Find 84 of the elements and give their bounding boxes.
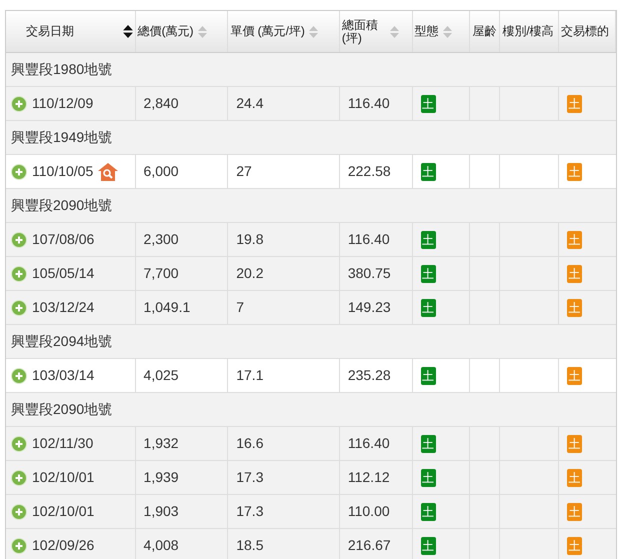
type-badge: 土 xyxy=(567,298,582,316)
unit-price-cell-text: 20.2 xyxy=(236,264,264,283)
area-cell-text: 116.40 xyxy=(348,434,390,453)
type-badge: 土 xyxy=(567,366,582,384)
date-cell-text: 102/09/26 xyxy=(32,536,94,555)
column-header[interactable]: 單價 (萬元/坪) xyxy=(228,11,340,52)
expand-icon[interactable] xyxy=(11,538,27,554)
area-cell-text: 222.58 xyxy=(348,162,391,181)
unit-price-cell-text: 19.8 xyxy=(236,230,264,249)
column-header[interactable]: 總面積 (坪) xyxy=(340,11,413,52)
group-title: 興豐段2090地號 xyxy=(6,189,616,223)
date-cell-text: 105/05/14 xyxy=(32,264,94,283)
date-cell-text: 102/10/01 xyxy=(32,502,94,521)
total-price-cell-text: 1,049.1 xyxy=(144,298,190,317)
type-badge: 土 xyxy=(420,434,436,452)
expand-icon[interactable] xyxy=(11,96,27,112)
type-badge: 土 xyxy=(420,468,436,486)
type-badge: 土 xyxy=(420,94,436,112)
type-badge: 土 xyxy=(420,162,436,180)
type-badge: 土 xyxy=(567,468,582,486)
expand-icon[interactable] xyxy=(11,266,27,282)
area-cell-text: 380.75 xyxy=(348,264,391,283)
type-badge: 土 xyxy=(567,94,582,112)
date-cell-text: 107/08/06 xyxy=(32,230,94,249)
expand-icon[interactable] xyxy=(11,300,27,316)
date-cell-text: 103/12/24 xyxy=(32,298,94,317)
date-cell-text: 110/12/09 xyxy=(32,94,94,113)
total-price-cell-text: 6,000 xyxy=(144,162,179,181)
date-cell-text: 102/10/01 xyxy=(32,468,94,487)
expand-icon[interactable] xyxy=(11,232,27,248)
type-badge: 土 xyxy=(420,298,436,316)
area-cell-text: 149.23 xyxy=(348,298,391,317)
type-badge: 土 xyxy=(420,366,436,384)
area-cell-text: 116.40 xyxy=(348,94,390,113)
total-price-cell-text: 4,025 xyxy=(144,366,179,385)
total-price-cell-text: 2,840 xyxy=(144,94,179,113)
unit-price-cell-text: 27 xyxy=(236,162,252,181)
column-header[interactable]: 總價(萬元) xyxy=(136,11,228,52)
unit-price-cell-text: 16.6 xyxy=(236,434,264,453)
total-price-cell-text: 1,903 xyxy=(144,502,179,521)
type-badge: 土 xyxy=(420,502,436,520)
area-cell-text: 216.67 xyxy=(348,536,391,555)
date-cell-text: 103/03/14 xyxy=(32,366,94,385)
group-title: 興豐段2090地號 xyxy=(6,393,616,427)
type-badge: 土 xyxy=(420,536,436,554)
group-title: 興豐段1980地號 xyxy=(6,53,616,87)
column-header[interactable]: 交易日期 xyxy=(6,11,136,52)
total-price-cell-text: 4,008 xyxy=(144,536,179,555)
type-badge: 土 xyxy=(567,162,582,180)
expand-icon[interactable] xyxy=(11,504,27,520)
unit-price-cell-text: 17.3 xyxy=(236,502,264,521)
column-header: 樓別/樓高 xyxy=(500,11,560,52)
type-badge: 土 xyxy=(567,434,582,452)
column-header[interactable]: 型態 xyxy=(412,11,470,52)
area-cell-text: 110.00 xyxy=(348,502,390,521)
type-badge: 土 xyxy=(567,502,582,520)
unit-price-cell-text: 24.4 xyxy=(236,94,264,113)
date-cell-text: 102/11/30 xyxy=(32,434,94,453)
total-price-cell-text: 1,932 xyxy=(144,434,179,453)
house-search-icon[interactable] xyxy=(98,162,118,180)
expand-icon[interactable] xyxy=(11,368,27,384)
type-badge: 土 xyxy=(420,230,436,248)
unit-price-cell-text: 7 xyxy=(236,298,244,317)
area-cell-text: 112.12 xyxy=(348,468,390,487)
type-badge: 土 xyxy=(567,230,582,248)
unit-price-cell-text: 18.5 xyxy=(236,536,264,555)
unit-price-cell-text: 17.3 xyxy=(236,468,264,487)
group-title: 興豐段1949地號 xyxy=(6,121,616,155)
expand-icon[interactable] xyxy=(11,164,27,180)
expand-icon[interactable] xyxy=(11,470,27,486)
total-price-cell-text: 2,300 xyxy=(144,230,179,249)
date-cell-text: 110/10/05 xyxy=(32,162,94,181)
area-cell-text: 116.40 xyxy=(348,230,390,249)
type-badge: 土 xyxy=(567,536,582,554)
unit-price-cell-text: 17.1 xyxy=(236,366,264,385)
column-header: 交易標的 xyxy=(559,11,616,52)
expand-icon[interactable] xyxy=(11,436,27,452)
column-header: 屋齡 xyxy=(470,11,500,52)
group-title: 興豐段2094地號 xyxy=(6,325,616,359)
total-price-cell-text: 1,939 xyxy=(144,468,179,487)
type-badge: 土 xyxy=(567,264,582,282)
type-badge: 土 xyxy=(420,264,436,282)
area-cell-text: 235.28 xyxy=(348,366,391,385)
total-price-cell-text: 7,700 xyxy=(144,264,179,283)
